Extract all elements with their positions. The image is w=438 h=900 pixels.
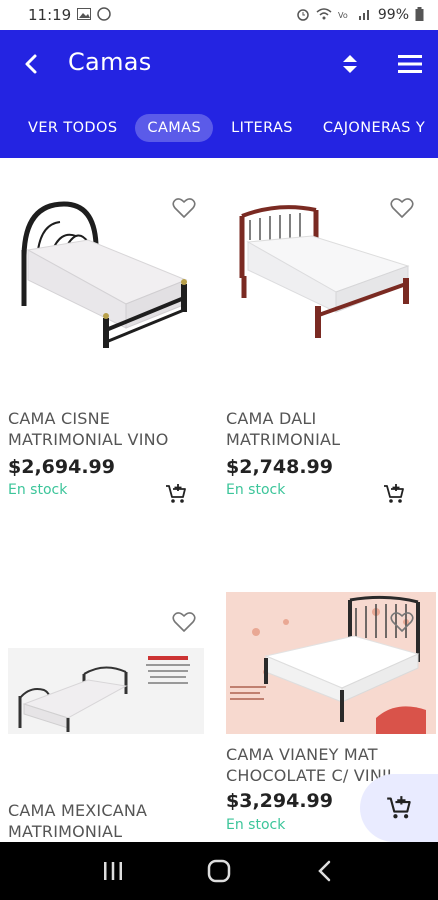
signal-icon bbox=[358, 8, 372, 23]
heart-outline-icon bbox=[172, 198, 196, 218]
system-back-button[interactable] bbox=[305, 851, 345, 891]
product-card[interactable]: CAMA MEXICANA MATRIMONIAL bbox=[8, 598, 218, 842]
favorite-button[interactable] bbox=[170, 608, 198, 636]
sort-button[interactable] bbox=[336, 50, 364, 78]
favorite-button[interactable] bbox=[388, 608, 416, 636]
recent-apps-button[interactable] bbox=[93, 851, 133, 891]
product-name-line1: CAMA VIANEY MAT bbox=[226, 745, 378, 764]
product-image[interactable] bbox=[8, 648, 204, 734]
bed-image-mexicana bbox=[18, 656, 190, 732]
product-name-line1: CAMA DALI bbox=[226, 409, 317, 428]
floating-cart-button[interactable] bbox=[360, 774, 438, 842]
whatsapp-icon bbox=[97, 6, 111, 24]
sort-icon bbox=[343, 55, 357, 73]
product-grid: CAMA CISNE MATRIMONIAL VINO $2,694.99 En… bbox=[0, 158, 438, 842]
gallery-icon bbox=[77, 7, 92, 23]
stock-status: En stock bbox=[226, 817, 286, 833]
volte-icon: Vo bbox=[338, 8, 352, 23]
tab-ver-todos[interactable]: VER TODOS bbox=[16, 114, 129, 142]
home-icon bbox=[207, 859, 231, 883]
product-name-line2: MATRIMONIAL VINO bbox=[8, 430, 169, 449]
back-button[interactable] bbox=[14, 46, 50, 82]
menu-button[interactable] bbox=[394, 48, 426, 80]
product-name-line2: MATRIMONIAL bbox=[226, 430, 341, 449]
favorite-button[interactable] bbox=[388, 194, 416, 222]
add-cart-icon bbox=[166, 484, 186, 503]
product-price: $2,748.99 bbox=[226, 456, 333, 478]
status-bar: 11:19 Vo 99% bbox=[0, 0, 438, 30]
back-chevron-icon bbox=[318, 860, 331, 882]
tab-cajoneras[interactable]: CAJONERAS Y bbox=[311, 114, 437, 142]
tab-literas[interactable]: LITERAS bbox=[219, 114, 305, 142]
tab-camas[interactable]: CAMAS bbox=[135, 114, 214, 142]
category-tabs: VER TODOS CAMAS LITERAS CAJONERAS Y bbox=[0, 110, 438, 146]
stock-status: En stock bbox=[8, 482, 68, 498]
heart-outline-icon bbox=[390, 198, 414, 218]
add-to-cart-button[interactable] bbox=[162, 480, 190, 508]
product-card[interactable]: CAMA CISNE MATRIMONIAL VINO $2,694.99 En… bbox=[8, 180, 218, 503]
app-bar: Camas VER TODOS CAMAS LITERAS CAJONERAS … bbox=[0, 30, 438, 158]
chevron-left-icon bbox=[25, 54, 37, 74]
add-to-cart-button[interactable] bbox=[380, 480, 408, 508]
product-name-line2: MATRIMONIAL bbox=[8, 822, 123, 841]
hamburger-menu-icon bbox=[398, 55, 422, 73]
product-price: $3,294.99 bbox=[226, 790, 333, 812]
recent-apps-icon bbox=[104, 862, 122, 880]
alarm-icon bbox=[296, 7, 310, 24]
system-nav-bar bbox=[0, 842, 438, 900]
product-name-line1: CAMA MEXICANA bbox=[8, 801, 148, 820]
product-price: $2,694.99 bbox=[8, 456, 115, 478]
battery-icon bbox=[415, 6, 424, 24]
wifi-icon bbox=[316, 7, 332, 23]
favorite-button[interactable] bbox=[170, 194, 198, 222]
add-cart-icon bbox=[384, 484, 404, 503]
product-card[interactable]: CAMA DALI MATRIMONIAL $2,748.99 En stock bbox=[226, 180, 436, 503]
status-time: 11:19 bbox=[28, 6, 72, 24]
page-title: Camas bbox=[68, 48, 152, 76]
product-name-line1: CAMA CISNE bbox=[8, 409, 111, 428]
add-cart-icon bbox=[387, 796, 411, 819]
stock-status: En stock bbox=[226, 482, 286, 498]
heart-outline-icon bbox=[390, 612, 414, 632]
home-button[interactable] bbox=[199, 851, 239, 891]
svg-text:Vo: Vo bbox=[338, 11, 348, 20]
heart-outline-icon bbox=[172, 612, 196, 632]
battery-percent: 99% bbox=[377, 7, 409, 23]
